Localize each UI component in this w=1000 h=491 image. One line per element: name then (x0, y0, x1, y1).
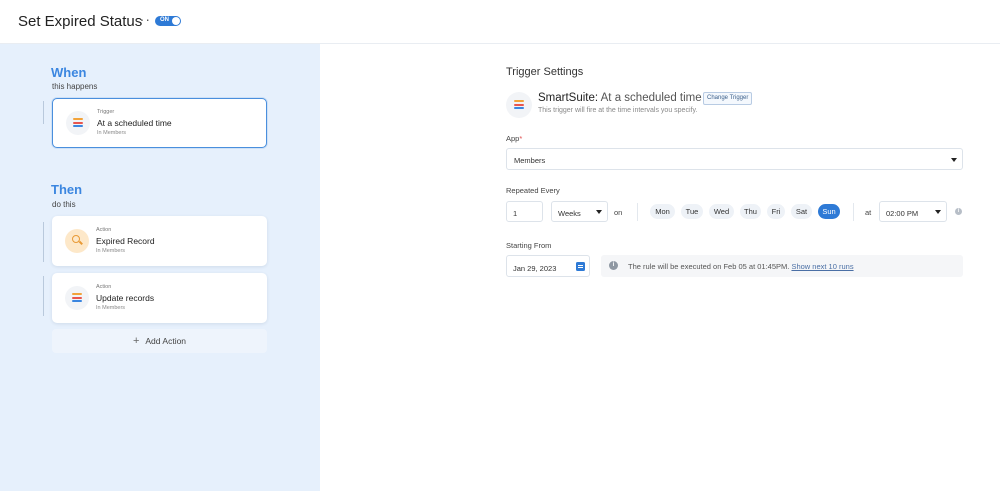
card-app: In Members (97, 130, 127, 136)
card-kind: Action (96, 284, 112, 290)
connector-line (43, 276, 44, 316)
show-next-runs-link[interactable]: Show next 10 runs (791, 262, 853, 271)
trigger-heading: SmartSuite: At a scheduled time (538, 92, 702, 104)
then-heading: Then (51, 182, 83, 197)
day-mon[interactable]: Mon (650, 204, 675, 219)
card-kind: Trigger (97, 109, 115, 115)
card-name: At a scheduled time (97, 118, 172, 128)
search-icon (65, 229, 89, 253)
chevron-down-icon (935, 210, 941, 214)
connector-line (43, 101, 44, 124)
change-trigger-button[interactable]: Change Trigger (703, 92, 753, 105)
when-heading: When (51, 65, 87, 80)
card-kind: Action (96, 227, 112, 233)
calendar-icon[interactable] (576, 262, 585, 271)
day-sat[interactable]: Sat (791, 204, 812, 219)
divider (637, 203, 638, 221)
when-subheading: this happens (52, 82, 98, 91)
action-card-update-records[interactable]: Action Update records In Members (52, 273, 267, 323)
chevron-down-icon (951, 158, 957, 162)
info-icon[interactable]: i (955, 208, 962, 215)
time-select[interactable]: 02:00 PM (879, 201, 947, 222)
more-options-icon[interactable]: ··· (134, 11, 151, 27)
workflow-panel: When this happens Trigger At a scheduled… (0, 44, 320, 491)
repeat-unit-select[interactable]: Weeks (551, 201, 608, 222)
action-card-expired-record[interactable]: Action Expired Record In Members (52, 216, 267, 266)
info-icon: i (609, 261, 618, 270)
repeat-number-value: 1 (513, 209, 518, 218)
page-title: Set Expired Status (18, 13, 143, 30)
app-select-value: Members (514, 156, 546, 165)
start-label: Starting From (506, 241, 552, 250)
divider (853, 203, 854, 221)
day-thu[interactable]: Thu (740, 204, 761, 219)
repeat-unit-value: Weeks (558, 209, 581, 218)
repeat-label: Repeated Every (506, 186, 560, 195)
plus-icon: + (132, 335, 140, 347)
day-sun[interactable]: Sun (818, 204, 840, 219)
toggle-label: ON (160, 17, 169, 23)
add-action-button[interactable]: + Add Action (52, 329, 267, 353)
app-select[interactable]: Members (506, 148, 963, 170)
smartsuite-logo-icon (506, 92, 532, 118)
trigger-description: This trigger will fire at the time inter… (538, 107, 698, 114)
trigger-type-name: At a scheduled time (600, 92, 702, 104)
trigger-app-name: SmartSuite: (538, 92, 599, 104)
start-date-value: Jan 29, 2023 (513, 264, 557, 273)
repeat-number-input[interactable]: 1 (506, 201, 543, 222)
day-fri[interactable]: Fri (767, 204, 785, 219)
time-value: 02:00 PM (886, 209, 919, 218)
toggle-knob (172, 17, 180, 25)
app-label: App* (506, 134, 522, 143)
schedule-note-text: The rule will be executed on Feb 05 at 0… (628, 262, 854, 271)
chevron-down-icon (596, 210, 602, 214)
header-bar: Set Expired Status ··· ON (0, 0, 1000, 44)
connector-line (43, 222, 44, 262)
app-label-text: App (506, 134, 520, 143)
required-mark: * (519, 134, 523, 143)
at-label: at (865, 208, 872, 217)
day-tue[interactable]: Tue (681, 204, 703, 219)
automation-toggle[interactable]: ON (155, 16, 181, 26)
smartsuite-logo-icon (66, 111, 90, 135)
schedule-note: i The rule will be executed on Feb 05 at… (601, 255, 963, 277)
then-subheading: do this (52, 200, 76, 209)
day-wed[interactable]: Wed (709, 204, 734, 219)
smartsuite-logo-icon (65, 286, 89, 310)
card-app: In Members (96, 305, 126, 311)
on-label: on (614, 208, 623, 217)
trigger-card[interactable]: Trigger At a scheduled time In Members (52, 98, 267, 148)
card-name: Expired Record (96, 236, 155, 246)
add-action-label: Add Action (145, 336, 187, 346)
settings-title: Trigger Settings (506, 66, 584, 78)
note-text: The rule will be executed on Feb 05 at 0… (628, 262, 790, 271)
card-app: In Members (96, 248, 126, 254)
card-name: Update records (96, 293, 155, 303)
start-date-input[interactable]: Jan 29, 2023 (506, 255, 590, 277)
